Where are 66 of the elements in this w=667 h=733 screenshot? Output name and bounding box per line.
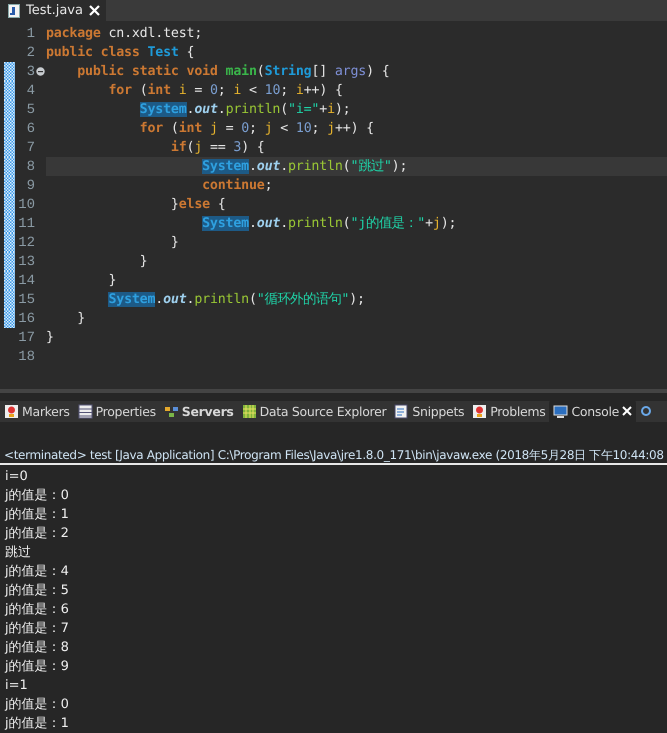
code-line: System.out.println("j的值是："+j); — [201, 215, 456, 232]
code-line: } — [46, 329, 54, 346]
console-output-line: j的值是：8 — [4, 638, 70, 657]
view-tab[interactable]: Snippets — [390, 400, 468, 422]
console-output-line: j的值是：1 — [4, 506, 70, 524]
view-tab[interactable]: Properties — [74, 400, 160, 422]
console-output-line: 跳过 — [4, 544, 32, 562]
console-output-line: i=1 — [4, 676, 29, 695]
code-line: } — [138, 253, 148, 270]
code-line: public class Test { — [46, 44, 194, 62]
console-output-line: j的值是：4 — [4, 562, 70, 581]
line-number: 10 — [17, 196, 35, 213]
view-tab[interactable]: Servers — [160, 400, 238, 422]
console-output-line: j的值是：2 — [4, 524, 70, 543]
line-number: 7 — [26, 140, 35, 156]
code-line: } — [107, 272, 116, 290]
line-number: 9 — [26, 178, 35, 194]
line-number: 1 — [26, 26, 35, 42]
code-line: System.out.println("跳过"); — [201, 158, 408, 176]
line-number: 4 — [26, 82, 35, 99]
code-line: } — [76, 310, 86, 328]
close-icon[interactable] — [88, 5, 100, 16]
editor-tab[interactable]: Test.java — [0, 0, 106, 22]
line-number: 17 — [17, 330, 35, 346]
console-output-line: j的值是：0 — [4, 486, 70, 505]
view-tab[interactable]: Data Source Explorer — [238, 400, 390, 422]
line-number: 5 — [26, 102, 35, 118]
line-number: 18 — [17, 348, 35, 365]
line-number: 11 — [17, 216, 35, 232]
java-file-icon — [8, 4, 20, 18]
code-line: }else { — [170, 196, 226, 214]
monitor-icon — [553, 404, 568, 419]
code-line: } — [170, 234, 179, 252]
collapse-icon[interactable] — [36, 67, 45, 76]
console-output-line: j的值是：6 — [4, 600, 70, 619]
console-output-line: j的值是：0 — [4, 696, 70, 714]
view-tab[interactable]: Problems — [468, 400, 550, 422]
line-number: 14 — [17, 272, 35, 289]
view-tab[interactable]: Console — [549, 400, 636, 422]
code-line: for (int j = 0; j < 10; j++) { — [138, 120, 374, 138]
line-number: 13 — [17, 254, 35, 270]
view-tab[interactable]: Markers — [0, 400, 74, 422]
line-number: 6 — [26, 120, 35, 137]
line-number: 8 — [26, 158, 35, 175]
code-line: for (int i = 0; i < 10; i++) { — [107, 82, 343, 100]
line-number: 3 — [26, 64, 35, 80]
code-line: System.out.println("循环外的语句"); — [107, 291, 365, 308]
console-output-line: j的值是：9 — [4, 658, 70, 676]
close-icon[interactable] — [622, 406, 632, 416]
line-number: 16 — [17, 310, 35, 327]
code-line: System.out.println("i="+i); — [138, 101, 350, 118]
line-number: 2 — [26, 44, 35, 61]
console-output-line: i=0 — [4, 468, 29, 486]
code-line: public static void main(String[] args) { — [76, 63, 390, 80]
code-line: continue; — [201, 177, 272, 194]
console-output-line: j的值是：1 — [4, 714, 70, 733]
console-output-line: j的值是：7 — [4, 620, 70, 638]
console-output-line: j的值是：5 — [4, 582, 70, 600]
grid-icon — [242, 404, 257, 419]
code-line: package cn.xdl.test; — [46, 25, 202, 42]
console-status: <terminated> test [Java Application] C:\Program Files\Java\jre1.8.0_171\bin\javaw.exe (2018年5月28日 下午10:44:08 — [0, 446, 667, 465]
table-icon — [78, 404, 93, 419]
code-line: if(j == 3) { — [170, 139, 265, 156]
document-icon — [394, 404, 410, 419]
line-number: 12 — [17, 234, 35, 251]
line-number: 15 — [17, 292, 35, 308]
